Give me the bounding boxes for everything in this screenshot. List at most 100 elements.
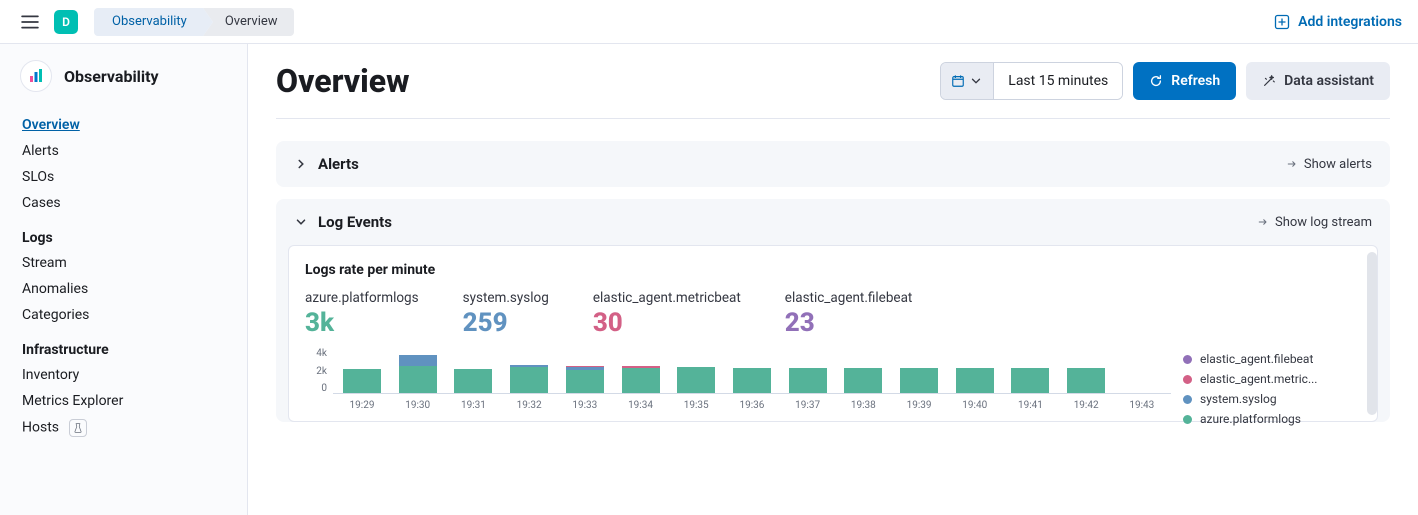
breadcrumb-overview: Overview (203, 8, 294, 36)
chevron-down-icon[interactable] (294, 215, 308, 229)
x-tick: 19:37 (795, 400, 820, 411)
legend-swatch (1183, 415, 1192, 424)
page-title: Overview (276, 62, 410, 100)
stacked-bar (1011, 368, 1049, 394)
stat-item: elastic_agent.filebeat23 (785, 290, 913, 338)
data-assistant-label: Data assistant (1284, 73, 1374, 89)
bar-column (562, 366, 608, 394)
legend-label: elastic_agent.metric... (1200, 372, 1317, 386)
sidebar-item-slos[interactable]: SLOs (0, 164, 247, 190)
space-avatar[interactable]: D (54, 10, 78, 34)
sidebar-item-alerts[interactable]: Alerts (0, 138, 247, 164)
chart-legend: elastic_agent.filebeat elastic_agent.metr… (1183, 352, 1353, 426)
x-tick: 19:31 (461, 400, 486, 411)
stat-value: 30 (593, 308, 741, 338)
show-alerts-link[interactable]: Show alerts (1286, 157, 1372, 172)
legend-label: elastic_agent.filebeat (1200, 352, 1313, 366)
bars-row (333, 348, 1171, 394)
x-tick: 19:35 (684, 400, 709, 411)
sidebar-item-metrics-explorer[interactable]: Metrics Explorer (0, 388, 247, 414)
stacked-bar (510, 365, 548, 394)
bar-segment (399, 366, 437, 394)
bar-segment (343, 369, 381, 394)
observability-icon (20, 60, 52, 92)
bar-segment (622, 368, 660, 394)
add-integrations-label: Add integrations (1298, 14, 1402, 30)
show-log-stream-link[interactable]: Show log stream (1257, 215, 1372, 230)
time-picker-label[interactable]: Last 15 minutes (994, 63, 1122, 99)
x-tick: 19:33 (572, 400, 597, 411)
alerts-panel: Alerts Show alerts (276, 141, 1390, 187)
x-tick: 19:41 (1018, 400, 1043, 411)
add-integrations-link[interactable]: Add integrations (1274, 14, 1402, 30)
bar-column (952, 368, 998, 394)
hamburger-icon (21, 13, 39, 31)
legend-item[interactable]: elastic_agent.filebeat (1183, 352, 1353, 366)
bar-column (618, 366, 664, 394)
bar-segment (844, 368, 882, 394)
stat-value: 3k (305, 308, 419, 338)
breadcrumb: Observability Overview (94, 8, 294, 36)
bar-column (339, 369, 385, 394)
refresh-icon (1149, 74, 1163, 88)
stacked-bar (1067, 368, 1105, 394)
bar-column (729, 368, 775, 394)
sidebar: Observability Overview Alerts SLOs Cases… (0, 44, 248, 515)
scrollbar[interactable] (1367, 252, 1377, 415)
time-picker: Last 15 minutes (940, 62, 1123, 100)
stat-item: elastic_agent.metricbeat 30 (593, 290, 741, 338)
bar-segment (399, 355, 437, 366)
stat-name: elastic_agent.metricbeat (593, 290, 741, 306)
alerts-panel-title: Alerts (318, 155, 359, 173)
legend-swatch (1183, 355, 1192, 364)
sidebar-item-label: Hosts (22, 420, 59, 436)
logs-chart: 4k 2k 0 19:2919:3019:3119:3219:3319:3419… (305, 348, 1361, 411)
time-picker-button[interactable] (941, 63, 994, 99)
sidebar-item-hosts[interactable]: Hosts (0, 414, 247, 442)
bar-segment (677, 367, 715, 394)
bar-column (673, 367, 719, 394)
sidebar-item-inventory[interactable]: Inventory (0, 362, 247, 388)
legend-label: azure.platformlogs (1200, 412, 1301, 426)
legend-item[interactable]: elastic_agent.metric... (1183, 372, 1353, 386)
legend-item[interactable]: azure.platformlogs (1183, 412, 1353, 426)
bar-segment (733, 368, 771, 394)
x-tick: 19:40 (962, 400, 987, 411)
x-tick: 19:32 (517, 400, 542, 411)
breadcrumb-observability[interactable]: Observability (94, 8, 203, 36)
show-alerts-label: Show alerts (1304, 157, 1372, 172)
x-tick: 19:36 (739, 400, 764, 411)
stacked-bar (956, 368, 994, 394)
sidebar-item-overview[interactable]: Overview (0, 112, 247, 138)
x-axis: 19:2919:3019:3119:3219:3319:3419:3519:36… (333, 394, 1171, 411)
chevron-down-icon (969, 74, 983, 88)
bar-segment (900, 368, 938, 394)
bar-segment (454, 369, 492, 394)
logs-rate-card: Logs rate per minute azure.platformlogs3… (288, 245, 1378, 422)
plus-in-box-icon (1274, 14, 1290, 30)
refresh-label: Refresh (1171, 73, 1220, 89)
chevron-right-icon[interactable] (294, 157, 308, 171)
bar-column (1063, 368, 1109, 394)
x-tick: 19:42 (1074, 400, 1099, 411)
bar-segment (1011, 368, 1049, 394)
stat-value: 259 (463, 308, 549, 338)
sidebar-section-logs: Logs (0, 216, 247, 250)
arrow-right-icon (1257, 216, 1269, 228)
menu-toggle[interactable] (16, 8, 44, 36)
sidebar-item-categories[interactable]: Categories (0, 302, 247, 328)
stacked-bar (900, 368, 938, 394)
bar-column (395, 355, 441, 394)
refresh-button[interactable]: Refresh (1133, 62, 1236, 100)
bar-segment (510, 367, 548, 394)
bar-segment (956, 368, 994, 394)
sidebar-item-cases[interactable]: Cases (0, 190, 247, 216)
sidebar-item-anomalies[interactable]: Anomalies (0, 276, 247, 302)
sidebar-item-stream[interactable]: Stream (0, 250, 247, 276)
stacked-bar (677, 367, 715, 394)
calendar-icon (951, 74, 965, 88)
data-assistant-button[interactable]: Data assistant (1246, 62, 1390, 100)
ytick: 0 (321, 383, 327, 394)
legend-item[interactable]: system.syslog (1183, 392, 1353, 406)
stacked-bar (733, 368, 771, 394)
